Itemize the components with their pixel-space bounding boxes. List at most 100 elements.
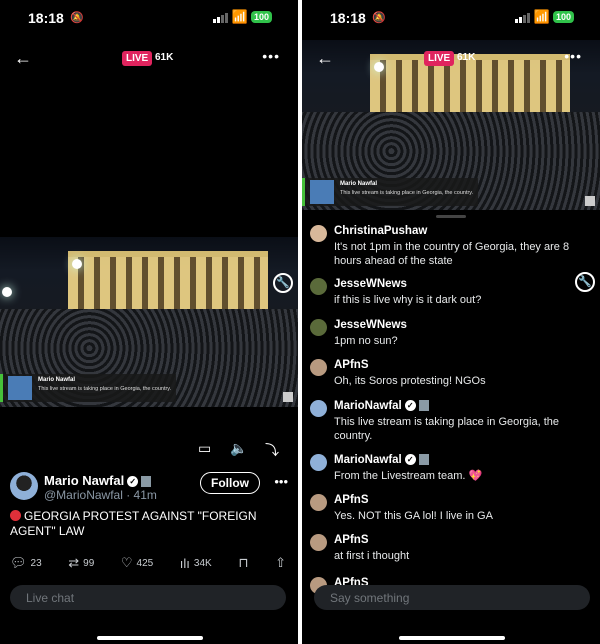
overlay-name: Mario Nawfal <box>38 377 76 383</box>
overlay-text: This live stream is taking place in Geor… <box>38 386 172 392</box>
chat-username[interactable]: APfnS <box>334 359 369 371</box>
wifi-icon: 📶 <box>533 9 550 24</box>
avatar[interactable] <box>310 225 327 242</box>
chat-username-text: JesseWNews <box>334 278 407 290</box>
clock: 18:18 <box>330 10 366 26</box>
like-button[interactable]: ♡ 425 <box>121 555 153 571</box>
avatar[interactable] <box>310 319 327 336</box>
chat-username[interactable]: ChristinaPushaw <box>334 225 427 237</box>
share-icon: ⇧ <box>275 555 286 570</box>
video-player[interactable]: Mario Nawfal This live stream is taking … <box>0 237 298 407</box>
home-indicator <box>399 636 505 640</box>
chat-username[interactable]: APfnS <box>334 494 369 506</box>
views-button[interactable]: ılı 34K <box>180 555 212 571</box>
reply-button[interactable]: 💬︎ 23 <box>10 555 42 571</box>
author-name[interactable]: Mario Nawfal ✓ <box>44 473 152 488</box>
wrench-icon[interactable]: 🔧 <box>575 272 595 292</box>
minimize-icon[interactable]: ⤵ <box>265 440 279 460</box>
battery-icon: 100 <box>250 11 272 23</box>
live-chat-input[interactable]: Live chat <box>10 585 286 610</box>
overlay-avatar <box>310 180 334 204</box>
like-count: 425 <box>136 557 154 569</box>
tweet-text: GEORGIA PROTEST AGAINST "FOREIGN AGENT" … <box>10 509 286 539</box>
chat-text: if this is live why is it dark out? <box>334 294 482 306</box>
more-icon[interactable]: ••• <box>262 48 280 64</box>
chat-text: at first i thought <box>334 550 410 562</box>
live-badge: LIVE <box>122 51 153 66</box>
affiliate-icon <box>418 400 429 412</box>
tweet-text-content: GEORGIA PROTEST AGAINST "FOREIGN AGENT" … <box>10 509 257 538</box>
chat-username[interactable]: MarioNawfal ✓ <box>334 454 429 466</box>
top-nav: ← LIVE 61K ••• <box>302 48 600 70</box>
author-handle: @MarioNawfal · 41m <box>44 488 157 502</box>
video-overlay: Mario Nawfal This live stream is taking … <box>302 178 478 206</box>
avatar[interactable] <box>310 278 327 295</box>
status-bar: 18:18 🔕 📶 100 <box>0 8 298 28</box>
avatar[interactable] <box>310 400 327 417</box>
more-icon[interactable]: ••• <box>564 48 582 64</box>
view-count: 34K <box>193 557 212 569</box>
qr-icon <box>585 196 595 206</box>
chat-username-text: MarioNawfal <box>334 400 402 412</box>
avatar[interactable] <box>310 494 327 511</box>
right-screen: 18:18 🔕 📶 100 Mario Nawfal This live str… <box>302 0 600 644</box>
chat-username-text: MarioNawfal <box>334 454 402 466</box>
chat-text: Yes. NOT this GA lol! I live in GA <box>334 510 493 522</box>
chat-username-text: APfnS <box>334 359 369 371</box>
sheet-handle[interactable] <box>436 215 466 218</box>
say-something-input[interactable]: Say something <box>314 585 590 610</box>
back-arrow-icon[interactable]: ← <box>14 48 32 69</box>
share-button[interactable]: ⇧ <box>275 555 286 571</box>
status-bar: 18:18 🔕 📶 100 <box>302 8 600 28</box>
top-nav: ← LIVE 61K ••• <box>0 48 298 70</box>
overlay-text: This live stream is taking place in Geor… <box>340 190 474 196</box>
repost-count: 99 <box>83 557 95 569</box>
signal-icon <box>213 13 228 23</box>
viewer-count: 61K <box>155 52 174 63</box>
avatar[interactable] <box>310 454 327 471</box>
affiliate-icon <box>141 476 152 488</box>
chat-username-text: ChristinaPushaw <box>334 225 428 237</box>
author-row: Mario Nawfal ✓ @MarioNawfal · 41m Follow … <box>10 472 288 504</box>
left-screen: 18:18 🔕 📶 100 ← LIVE 61K ••• Mario Nawfa… <box>0 0 298 644</box>
airplay-icon[interactable]: ▭ <box>198 440 211 457</box>
wrench-icon[interactable]: 🔧 <box>273 273 293 293</box>
verified-icon: ✓ <box>404 454 416 466</box>
repost-button[interactable]: ⇄ 99 <box>68 555 94 571</box>
chat-text: From the Livestream team. 💖 <box>334 470 483 482</box>
overlay-name: Mario Nawfal <box>340 181 378 187</box>
red-circle-icon <box>10 510 21 521</box>
back-arrow-icon[interactable]: ← <box>316 48 334 69</box>
chat-username[interactable]: MarioNawfal ✓ <box>334 400 429 412</box>
chat-text: Oh, its Soros protesting! NGOs <box>334 375 486 387</box>
heart-icon: ♡ <box>120 555 133 570</box>
follow-button[interactable]: Follow <box>200 472 260 494</box>
wifi-icon: 📶 <box>231 9 248 24</box>
chat-username[interactable]: APfnS <box>334 534 369 546</box>
live-badge: LIVE <box>424 51 455 66</box>
bookmark-icon: ⊓ <box>238 555 249 570</box>
chart-icon: ılı <box>179 555 190 571</box>
avatar[interactable] <box>310 534 327 551</box>
repost-icon: ⇄ <box>68 555 80 570</box>
verified-icon: ✓ <box>404 400 416 412</box>
avatar[interactable] <box>10 472 38 500</box>
bookmark-button[interactable]: ⊓ <box>238 555 248 571</box>
viewer-count: 61K <box>457 52 476 63</box>
lamp <box>2 287 12 297</box>
chat-username-text: JesseWNews <box>334 319 407 331</box>
overlay-avatar <box>8 376 32 400</box>
chat-username[interactable]: JesseWNews <box>334 319 407 331</box>
action-bar: 💬︎ 23 ⇄ 99 ♡ 425 ılı 34K ⊓ ⇧ <box>10 555 286 571</box>
volume-icon[interactable]: 🔈 <box>230 440 247 457</box>
battery-icon: 100 <box>552 11 574 23</box>
signal-icon <box>515 13 530 23</box>
video-frame <box>68 251 268 313</box>
more-icon[interactable]: ••• <box>274 474 288 489</box>
chat-username[interactable]: JesseWNews <box>334 278 407 290</box>
bell-muted-icon: 🔕 <box>70 12 84 24</box>
reply-icon: 💬︎ <box>10 555 27 570</box>
avatar[interactable] <box>310 359 327 376</box>
video-overlay: Mario Nawfal This live stream is taking … <box>0 374 176 402</box>
lamp <box>72 259 82 269</box>
